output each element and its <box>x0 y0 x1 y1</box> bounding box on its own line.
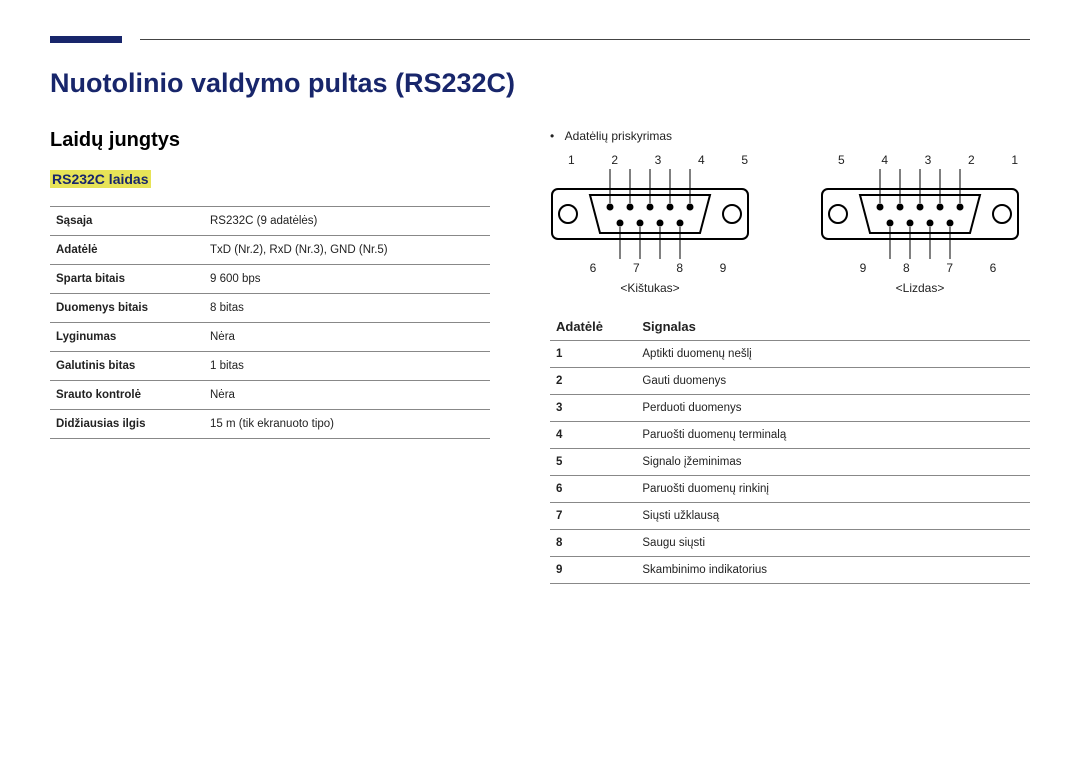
socket-bottom-pins: 9 8 7 6 <box>846 261 1020 275</box>
spec-label: Didžiausias ilgis <box>50 410 204 439</box>
signal-table: Adatėlė Signalas 1Aptikti duomenų nešlį … <box>550 313 1030 584</box>
table-row: Duomenys bitais8 bitas <box>50 294 490 323</box>
spec-label: Srauto kontrolė <box>50 381 204 410</box>
table-row: 2Gauti duomenys <box>550 368 1030 395</box>
spec-value: 15 m (tik ekranuoto tipo) <box>204 410 490 439</box>
plug-label: <Kištukas> <box>550 281 750 295</box>
spec-label: Duomenys bitais <box>50 294 204 323</box>
socket-diagram: 5 4 3 2 1 9 8 7 6 <Lizdas> <box>820 153 1020 295</box>
socket-label: <Lizdas> <box>820 281 1020 295</box>
table-row: 9Skambinimo indikatorius <box>550 557 1030 584</box>
plug-diagram: 1 2 3 4 5 6 7 8 9 <Kištukas <box>550 153 750 295</box>
table-row: SąsajaRS232C (9 adatėlės) <box>50 207 490 236</box>
signal-pin: 8 <box>550 530 636 557</box>
connector-diagrams: 1 2 3 4 5 6 7 8 9 <Kištukas <box>550 153 1030 295</box>
table-row: 3Perduoti duomenys <box>550 395 1030 422</box>
plug-top-pins: 1 2 3 4 5 <box>568 153 750 167</box>
socket-connector-icon <box>820 169 1020 259</box>
left-column: Laidų jungtys RS232C laidas SąsajaRS232C… <box>50 129 490 584</box>
table-row: 5Signalo įžeminimas <box>550 449 1030 476</box>
plug-connector-icon <box>550 169 750 259</box>
signal-name: Perduoti duomenys <box>636 395 1030 422</box>
spec-label: Adatėlė <box>50 236 204 265</box>
table-row: 8Saugu siųsti <box>550 530 1030 557</box>
table-row: Sparta bitais9 600 bps <box>50 265 490 294</box>
signal-pin: 7 <box>550 503 636 530</box>
signal-pin: 5 <box>550 449 636 476</box>
table-row: 1Aptikti duomenų nešlį <box>550 341 1030 368</box>
right-column: • Adatėlių priskyrimas 1 2 3 4 5 <box>550 129 1030 584</box>
spec-value: TxD (Nr.2), RxD (Nr.3), GND (Nr.5) <box>204 236 490 265</box>
table-row: Galutinis bitas1 bitas <box>50 352 490 381</box>
table-row: Didžiausias ilgis15 m (tik ekranuoto tip… <box>50 410 490 439</box>
col-pin: Adatėlė <box>550 313 636 341</box>
signal-name: Gauti duomenys <box>636 368 1030 395</box>
table-row: AdatėlėTxD (Nr.2), RxD (Nr.3), GND (Nr.5… <box>50 236 490 265</box>
signal-name: Siųsti užklausą <box>636 503 1030 530</box>
spec-table: SąsajaRS232C (9 adatėlės) AdatėlėTxD (Nr… <box>50 206 490 439</box>
sub-title: RS232C laidas <box>50 170 151 188</box>
signal-pin: 1 <box>550 341 636 368</box>
spec-label: Galutinis bitas <box>50 352 204 381</box>
bullet-icon: • <box>550 129 562 143</box>
bullet-text: Adatėlių priskyrimas <box>565 129 672 143</box>
signal-name: Paruošti duomenų terminalą <box>636 422 1030 449</box>
section-title: Laidų jungtys <box>50 129 490 152</box>
top-divider <box>140 39 1030 40</box>
spec-value: Nėra <box>204 381 490 410</box>
page-title: Nuotolinio valdymo pultas (RS232C) <box>50 68 1030 99</box>
col-signal: Signalas <box>636 313 1030 341</box>
signal-pin: 9 <box>550 557 636 584</box>
table-row: 6Paruošti duomenų rinkinį <box>550 476 1030 503</box>
spec-value: 9 600 bps <box>204 265 490 294</box>
accent-bar <box>50 36 122 43</box>
table-row: LyginumasNėra <box>50 323 490 352</box>
spec-value: 1 bitas <box>204 352 490 381</box>
signal-name: Signalo įžeminimas <box>636 449 1030 476</box>
spec-label: Sąsaja <box>50 207 204 236</box>
spec-label: Sparta bitais <box>50 265 204 294</box>
signal-name: Saugu siųsti <box>636 530 1030 557</box>
signal-name: Aptikti duomenų nešlį <box>636 341 1030 368</box>
signal-pin: 4 <box>550 422 636 449</box>
spec-label: Lyginumas <box>50 323 204 352</box>
signal-pin: 3 <box>550 395 636 422</box>
spec-value: Nėra <box>204 323 490 352</box>
table-header-row: Adatėlė Signalas <box>550 313 1030 341</box>
plug-bottom-pins: 6 7 8 9 <box>576 261 750 275</box>
spec-value: 8 bitas <box>204 294 490 323</box>
content-columns: Laidų jungtys RS232C laidas SąsajaRS232C… <box>50 129 1030 584</box>
table-row: 4Paruošti duomenų terminalą <box>550 422 1030 449</box>
signal-name: Skambinimo indikatorius <box>636 557 1030 584</box>
spec-value: RS232C (9 adatėlės) <box>204 207 490 236</box>
socket-top-pins: 5 4 3 2 1 <box>838 153 1020 167</box>
table-row: 7Siųsti užklausą <box>550 503 1030 530</box>
signal-pin: 6 <box>550 476 636 503</box>
signal-pin: 2 <box>550 368 636 395</box>
signal-name: Paruošti duomenų rinkinį <box>636 476 1030 503</box>
bullet-row: • Adatėlių priskyrimas <box>550 129 1030 143</box>
table-row: Srauto kontrolėNėra <box>50 381 490 410</box>
